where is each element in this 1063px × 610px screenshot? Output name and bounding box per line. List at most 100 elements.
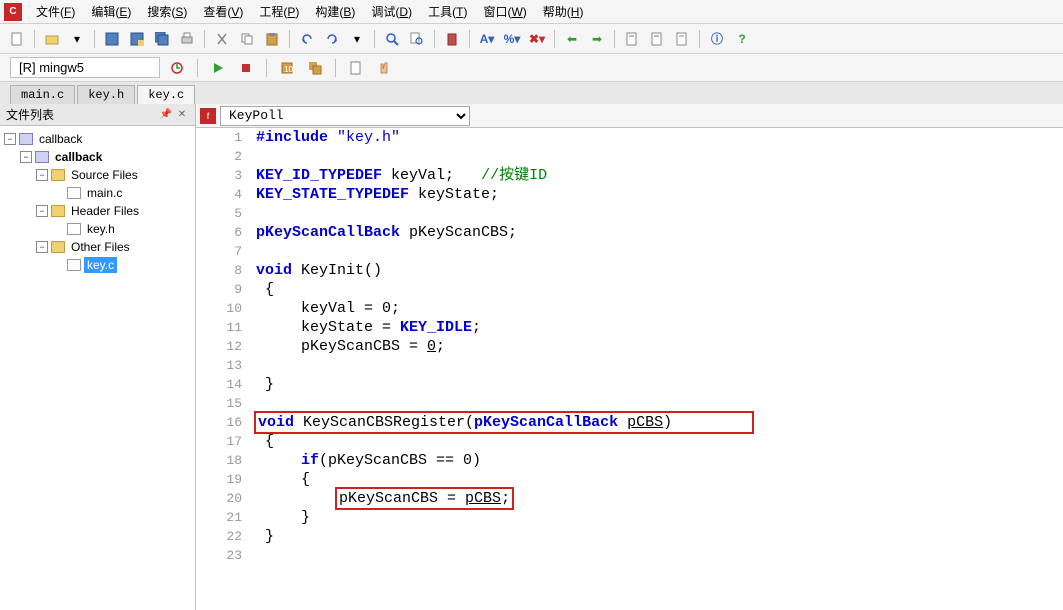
redo-button[interactable]: [321, 28, 343, 50]
func-icon[interactable]: f: [200, 108, 216, 124]
code-line[interactable]: [256, 546, 1063, 565]
menu-b[interactable]: 构建(B): [307, 0, 363, 23]
save-as-button[interactable]: [126, 28, 148, 50]
code-line[interactable]: KEY_ID_TYPEDEF keyVal; //按键ID: [256, 166, 1063, 185]
debug-config-button[interactable]: [166, 57, 188, 79]
code-line[interactable]: pKeyScanCBS = 0;: [256, 337, 1063, 356]
open-button[interactable]: [41, 28, 63, 50]
build-button[interactable]: [304, 57, 326, 79]
file-icon: [67, 187, 81, 199]
tree-toggle[interactable]: −: [36, 205, 48, 217]
help-button[interactable]: ?: [731, 28, 753, 50]
stop-button[interactable]: [235, 57, 257, 79]
file-tab[interactable]: key.c: [137, 85, 195, 104]
code-line[interactable]: }: [256, 508, 1063, 527]
code-line[interactable]: }: [256, 375, 1063, 394]
tool-hand[interactable]: [373, 57, 395, 79]
menubar: C 文件(F)编辑(E)搜索(S)查看(V)工程(P)构建(B)调试(D)工具(…: [0, 0, 1063, 24]
find-in-files-button[interactable]: [406, 28, 428, 50]
tree-toggle[interactable]: −: [36, 241, 48, 253]
tree-node[interactable]: key.c: [4, 256, 191, 274]
code-line[interactable]: pKeyScanCBS = pCBS;: [256, 489, 1063, 508]
file-tabs: main.ckey.hkey.c: [0, 82, 1063, 104]
tool-x[interactable]: ✖▾: [526, 28, 548, 50]
paste-button[interactable]: [261, 28, 283, 50]
editor-pane: f KeyPoll 123456789101112131415161718192…: [196, 104, 1063, 610]
tree-toggle[interactable]: −: [20, 151, 32, 163]
code-line[interactable]: {: [256, 280, 1063, 299]
tree-node[interactable]: − callback: [4, 148, 191, 166]
file-icon: [67, 259, 81, 271]
tool-doc2[interactable]: [646, 28, 668, 50]
copy-button[interactable]: [236, 28, 258, 50]
code-line[interactable]: [256, 356, 1063, 375]
code-editor[interactable]: 1234567891011121314151617181920212223 #i…: [196, 128, 1063, 610]
sidebar-title: 文件列表: [6, 106, 54, 123]
compile-button[interactable]: 101: [276, 57, 298, 79]
code-line[interactable]: {: [256, 432, 1063, 451]
tool-doc3[interactable]: [671, 28, 693, 50]
code-line[interactable]: pKeyScanCallBack pKeyScanCBS;: [256, 223, 1063, 242]
menu-w[interactable]: 窗口(W): [475, 0, 534, 23]
tree-node[interactable]: −callback: [4, 130, 191, 148]
menu-p[interactable]: 工程(P): [251, 0, 307, 23]
tree-toggle[interactable]: −: [36, 169, 48, 181]
nav-fwd-button[interactable]: ➡: [586, 28, 608, 50]
run-button[interactable]: [207, 57, 229, 79]
menu-e[interactable]: 编辑(E): [83, 0, 139, 23]
tree-label: callback: [52, 149, 105, 165]
tree-node[interactable]: key.h: [4, 220, 191, 238]
code-line[interactable]: void KeyScanCBSRegister(pKeyScanCallBack…: [256, 413, 1063, 432]
new-file-button[interactable]: [6, 28, 28, 50]
file-tab[interactable]: key.h: [77, 85, 135, 104]
code-line[interactable]: }: [256, 527, 1063, 546]
menu-h[interactable]: 帮助(H): [535, 0, 592, 23]
project-icon: [35, 151, 49, 163]
code-line[interactable]: [256, 147, 1063, 166]
nav-back-button[interactable]: ⬅: [561, 28, 583, 50]
tree-node[interactable]: −Source Files: [4, 166, 191, 184]
sidebar: 文件列表 📌 ✕ −callback−callback−Source Files…: [0, 104, 196, 610]
open-dropdown[interactable]: ▾: [66, 28, 88, 50]
undo-button[interactable]: [296, 28, 318, 50]
sidebar-close-icon[interactable]: ✕: [175, 108, 189, 122]
code-line[interactable]: [256, 242, 1063, 261]
code-line[interactable]: keyState = KEY_IDLE;: [256, 318, 1063, 337]
tool-percent[interactable]: %▾: [501, 28, 523, 50]
tree-node[interactable]: main.c: [4, 184, 191, 202]
find-button[interactable]: [381, 28, 403, 50]
menu-f[interactable]: 文件(F): [28, 0, 83, 23]
code-line[interactable]: keyVal = 0;: [256, 299, 1063, 318]
file-tree[interactable]: −callback−callback−Source Filesmain.c−He…: [0, 126, 195, 610]
tree-node[interactable]: −Other Files: [4, 238, 191, 256]
redo-dropdown[interactable]: ▾: [346, 28, 368, 50]
info-button[interactable]: ⓘ: [706, 28, 728, 50]
code-line[interactable]: if(pKeyScanCBS == 0): [256, 451, 1063, 470]
tool-doc1[interactable]: [621, 28, 643, 50]
save-button[interactable]: [101, 28, 123, 50]
code-line[interactable]: #include "key.h": [256, 128, 1063, 147]
build-toolbar: [R] mingw5 101: [0, 54, 1063, 82]
sidebar-pin-icon[interactable]: 📌: [159, 108, 173, 122]
tree-label: key.c: [84, 257, 117, 273]
bookmark-button[interactable]: [441, 28, 463, 50]
tool-sheet[interactable]: [345, 57, 367, 79]
tree-toggle[interactable]: −: [4, 133, 16, 145]
tree-node[interactable]: −Header Files: [4, 202, 191, 220]
build-target[interactable]: [R] mingw5: [10, 57, 160, 78]
menu-v[interactable]: 查看(V): [195, 0, 251, 23]
sidebar-header: 文件列表 📌 ✕: [0, 104, 195, 126]
tool-a[interactable]: A▾: [476, 28, 498, 50]
save-all-button[interactable]: [151, 28, 173, 50]
code-line[interactable]: [256, 204, 1063, 223]
cut-button[interactable]: [211, 28, 233, 50]
menu-t[interactable]: 工具(T): [420, 0, 475, 23]
menu-s[interactable]: 搜索(S): [139, 0, 195, 23]
print-button[interactable]: [176, 28, 198, 50]
function-selector[interactable]: KeyPoll: [220, 106, 470, 126]
folder-icon: [51, 241, 65, 253]
menu-d[interactable]: 调试(D): [363, 0, 420, 23]
code-line[interactable]: KEY_STATE_TYPEDEF keyState;: [256, 185, 1063, 204]
file-tab[interactable]: main.c: [10, 85, 75, 104]
code-line[interactable]: void KeyInit(): [256, 261, 1063, 280]
